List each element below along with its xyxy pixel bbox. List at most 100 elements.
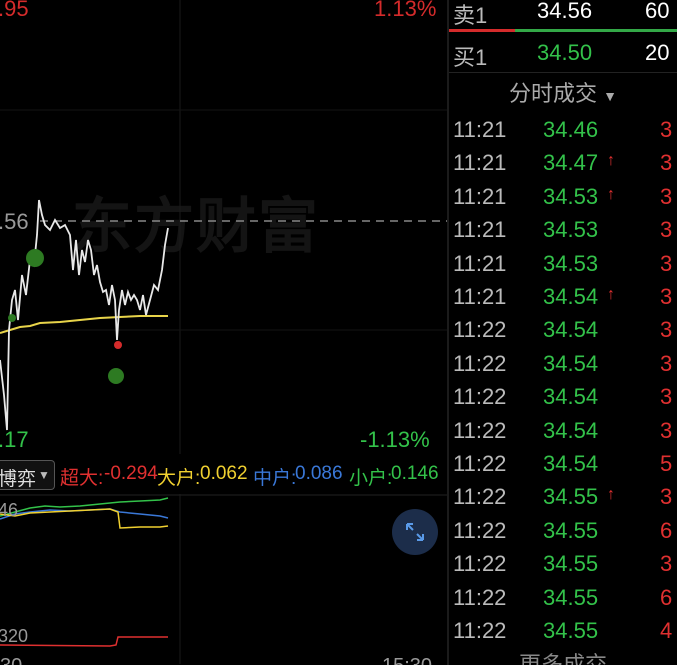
trade-row: 11:22 34.55 4: [449, 614, 677, 647]
xiaohu-value: 0.146: [391, 463, 439, 484]
trade-price: 34.55: [543, 618, 599, 643]
trade-price: 34.53: [543, 217, 599, 243]
sub-chart-bottom-value: 320: [0, 626, 29, 646]
trade-price: 34.46: [543, 117, 599, 142]
trade-volume: 3: [660, 350, 673, 376]
buy-signal-marker[interactable]: [26, 249, 44, 267]
trade-volume: 3: [660, 551, 673, 577]
trade-time: 11:21: [453, 183, 507, 209]
trade-volume: 3: [660, 417, 673, 443]
trade-price: 34.54: [543, 350, 599, 376]
trade-price: 34.53: [543, 250, 599, 276]
trade-volume: 3: [660, 284, 673, 309]
buy1-row[interactable]: 买1 34.50 20: [449, 36, 677, 70]
trade-volume: 5: [660, 451, 673, 476]
trade-volume: 3: [660, 117, 673, 142]
trade-time: 11:22: [453, 417, 507, 443]
trade-volume: 6: [660, 584, 673, 610]
zhonghu-value: 0.086: [295, 463, 343, 484]
dahu-label: 大户:: [157, 468, 201, 489]
trade-row: 11:21 34.54 ↑ 3: [449, 280, 677, 313]
dahu-line: [0, 508, 169, 529]
trade-row: 11:22 34.55 3: [449, 547, 677, 580]
zhonghu-label: 中户:: [253, 468, 297, 489]
trade-price: 34.54: [543, 284, 599, 309]
trade-price: 34.55: [543, 584, 599, 610]
chart-low-price-label: .17: [0, 427, 29, 452]
trade-row: 11:22 34.54 3: [449, 347, 677, 380]
chaoda-value: -0.294: [104, 463, 158, 484]
trade-time: 11:22: [453, 317, 507, 343]
trade-volume: 3: [660, 150, 673, 176]
trade-row: 11:22 34.54 3: [449, 414, 677, 447]
expand-chart-button[interactable]: [392, 509, 438, 555]
trade-volume: 3: [660, 250, 673, 276]
up-arrow-icon: ↑: [607, 152, 615, 170]
trade-price: 34.54: [543, 384, 599, 410]
signal-dot: [114, 341, 122, 349]
trade-row: 11:21 34.46 3: [449, 113, 677, 146]
up-arrow-icon: ↑: [607, 286, 615, 303]
expand-arrows-icon: [406, 523, 424, 541]
section-divider: [449, 72, 677, 73]
sell-ratio-bar: [449, 29, 515, 32]
trade-volume: 4: [660, 618, 673, 643]
trade-row: 11:22 34.55 ↑ 3: [449, 480, 677, 513]
intraday-chart-pane[interactable]: .95 1.13% 东方财富 .56 .17 -1.13% 博弈 ▼ 超大: -…: [0, 0, 447, 665]
buy1-label: 买1: [453, 45, 488, 70]
sell1-row[interactable]: 卖1 34.56 60: [449, 0, 677, 28]
buy-ratio-bar: [515, 29, 677, 32]
sell1-volume: 60: [645, 0, 670, 23]
trade-volume: 3: [660, 183, 673, 209]
trade-time: 11:21: [453, 250, 507, 276]
trade-time: 11:21: [453, 117, 507, 142]
trade-price: 34.54: [543, 317, 599, 343]
trade-row: 11:22 34.54 3: [449, 380, 677, 413]
up-arrow-icon: ↑: [607, 185, 615, 203]
chaoda-label: 超大:: [60, 468, 104, 489]
trade-time: 11:22: [453, 384, 507, 410]
sell1-price: 34.56: [537, 0, 593, 23]
up-arrow-icon: ↑: [607, 486, 615, 504]
trade-row: 11:21 34.53 3: [449, 247, 677, 280]
trade-time: 11:22: [453, 551, 507, 577]
sell1-label: 卖1: [453, 3, 488, 28]
buy1-volume: 20: [645, 40, 670, 65]
trade-row: 11:22 34.55 6: [449, 514, 677, 547]
more-trades-button[interactable]: 更多成交: [449, 647, 677, 665]
trade-volume: 6: [660, 517, 673, 543]
buy1-price: 34.50: [537, 40, 593, 65]
price-chart-svg: [0, 0, 447, 454]
trade-volume: 3: [660, 384, 673, 410]
trade-time: 11:21: [453, 150, 507, 176]
time-axis-left-label: 30: [0, 655, 22, 665]
trade-volume: 3: [660, 317, 673, 343]
trade-time: 11:22: [453, 451, 507, 476]
trade-row: 11:22 34.55 6: [449, 581, 677, 614]
trade-price: 34.53: [543, 183, 599, 209]
game-selector-dropdown[interactable]: 博弈 ▼: [0, 460, 55, 490]
capital-sub-chart-svg: [0, 494, 447, 664]
trade-row: 11:21 34.47 ↑ 3: [449, 146, 677, 179]
chart-prev-close-label: .56: [0, 209, 29, 234]
trade-price: 34.54: [543, 451, 599, 476]
buy-signal-marker[interactable]: [108, 368, 124, 384]
trade-price: 34.55: [543, 517, 599, 543]
time-axis-right-label: 15:30: [382, 655, 432, 665]
trade-price: 34.54: [543, 417, 599, 443]
trade-time: 11:22: [453, 484, 507, 510]
chart-low-pct-label: -1.13%: [360, 427, 430, 452]
trade-time: 11:21: [453, 217, 507, 243]
trades-section-title: 分时成交: [509, 81, 598, 106]
trades-section-header[interactable]: 分时成交 ▼: [449, 76, 677, 108]
sub-chart-top-value: 46: [0, 500, 19, 520]
trade-price: 34.55: [543, 551, 599, 577]
trade-volume: 3: [660, 484, 673, 510]
xiaohu-label: 小户:: [349, 468, 393, 489]
chevron-down-icon: ▼: [38, 468, 50, 482]
trade-time: 11:22: [453, 618, 507, 643]
dahu-value: 0.062: [200, 463, 248, 484]
trade-row: 11:21 34.53 3: [449, 213, 677, 246]
trade-price: 34.55: [543, 484, 599, 510]
trade-volume: 3: [660, 217, 673, 243]
